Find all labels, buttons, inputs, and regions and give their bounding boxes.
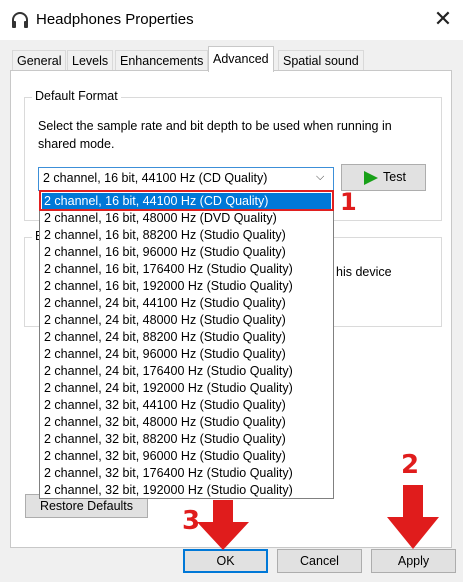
dropdown-option[interactable]: 2 channel, 32 bit, 192000 Hz (Studio Qua… xyxy=(42,482,331,499)
close-icon[interactable]: ✕ xyxy=(431,7,455,31)
dropdown-option[interactable]: 2 channel, 32 bit, 44100 Hz (Studio Qual… xyxy=(42,397,331,414)
dropdown-option[interactable]: 2 channel, 16 bit, 176400 Hz (Studio Qua… xyxy=(42,261,331,278)
default-format-description: Select the sample rate and bit depth to … xyxy=(38,119,392,151)
apply-button[interactable]: Apply xyxy=(371,549,456,573)
format-dropdown-list[interactable]: 2 channel, 16 bit, 44100 Hz (CD Quality)… xyxy=(39,190,334,499)
test-button-label: Test xyxy=(383,170,406,184)
step-2-label: 2 xyxy=(401,450,420,480)
format-combobox[interactable]: 2 channel, 16 bit, 44100 Hz (CD Quality)… xyxy=(38,167,334,191)
dropdown-option[interactable]: 2 channel, 32 bit, 176400 Hz (Studio Qua… xyxy=(42,465,331,482)
dropdown-option[interactable]: 2 channel, 24 bit, 96000 Hz (Studio Qual… xyxy=(42,346,331,363)
play-icon xyxy=(364,171,378,185)
title-bar: Headphones Properties ✕ xyxy=(0,0,463,40)
dropdown-option[interactable]: 2 channel, 24 bit, 176400 Hz (Studio Qua… xyxy=(42,363,331,380)
tab-advanced[interactable]: Advanced xyxy=(208,46,274,72)
headphones-icon xyxy=(12,12,28,28)
dropdown-option[interactable]: 2 channel, 32 bit, 48000 Hz (Studio Qual… xyxy=(42,414,331,431)
dropdown-option[interactable]: 2 channel, 24 bit, 88200 Hz (Studio Qual… xyxy=(42,329,331,346)
tab-general[interactable]: General xyxy=(12,50,67,71)
default-format-label: Default Format xyxy=(32,89,121,103)
dropdown-option[interactable]: 2 channel, 16 bit, 96000 Hz (Studio Qual… xyxy=(42,244,331,261)
highlight-box xyxy=(39,190,334,211)
tab-levels[interactable]: Levels xyxy=(67,50,114,71)
dropdown-option[interactable]: 2 channel, 24 bit, 44100 Hz (Studio Qual… xyxy=(42,295,331,312)
step-3-label: 3 xyxy=(182,506,201,536)
dropdown-option[interactable]: 2 channel, 32 bit, 96000 Hz (Studio Qual… xyxy=(42,448,331,465)
test-button[interactable]: Test xyxy=(341,164,426,191)
dropdown-option[interactable]: 2 channel, 24 bit, 192000 Hz (Studio Qua… xyxy=(42,380,331,397)
arrow-down-icon xyxy=(387,485,439,549)
step-1-label: 1 xyxy=(340,188,357,216)
dropdown-option[interactable]: 2 channel, 16 bit, 192000 Hz (Studio Qua… xyxy=(42,278,331,295)
ok-button[interactable]: OK xyxy=(183,549,268,573)
format-combobox-value: 2 channel, 16 bit, 44100 Hz (CD Quality) xyxy=(43,171,268,185)
window-title: Headphones Properties xyxy=(36,11,194,28)
tab-enhancements[interactable]: Enhancements xyxy=(115,50,209,71)
arrow-down-icon xyxy=(197,500,249,550)
dropdown-option[interactable]: 2 channel, 24 bit, 48000 Hz (Studio Qual… xyxy=(42,312,331,329)
dropdown-option[interactable]: 2 channel, 16 bit, 88200 Hz (Studio Qual… xyxy=(42,227,331,244)
exclusive-mode-text: his device xyxy=(336,265,392,279)
dropdown-option[interactable]: 2 channel, 32 bit, 88200 Hz (Studio Qual… xyxy=(42,431,331,448)
chevron-down-icon: ⌵ xyxy=(316,171,325,183)
cancel-button[interactable]: Cancel xyxy=(277,549,362,573)
tab-spatial-sound[interactable]: Spatial sound xyxy=(278,50,364,71)
dropdown-option[interactable]: 2 channel, 16 bit, 48000 Hz (DVD Quality… xyxy=(42,210,331,227)
